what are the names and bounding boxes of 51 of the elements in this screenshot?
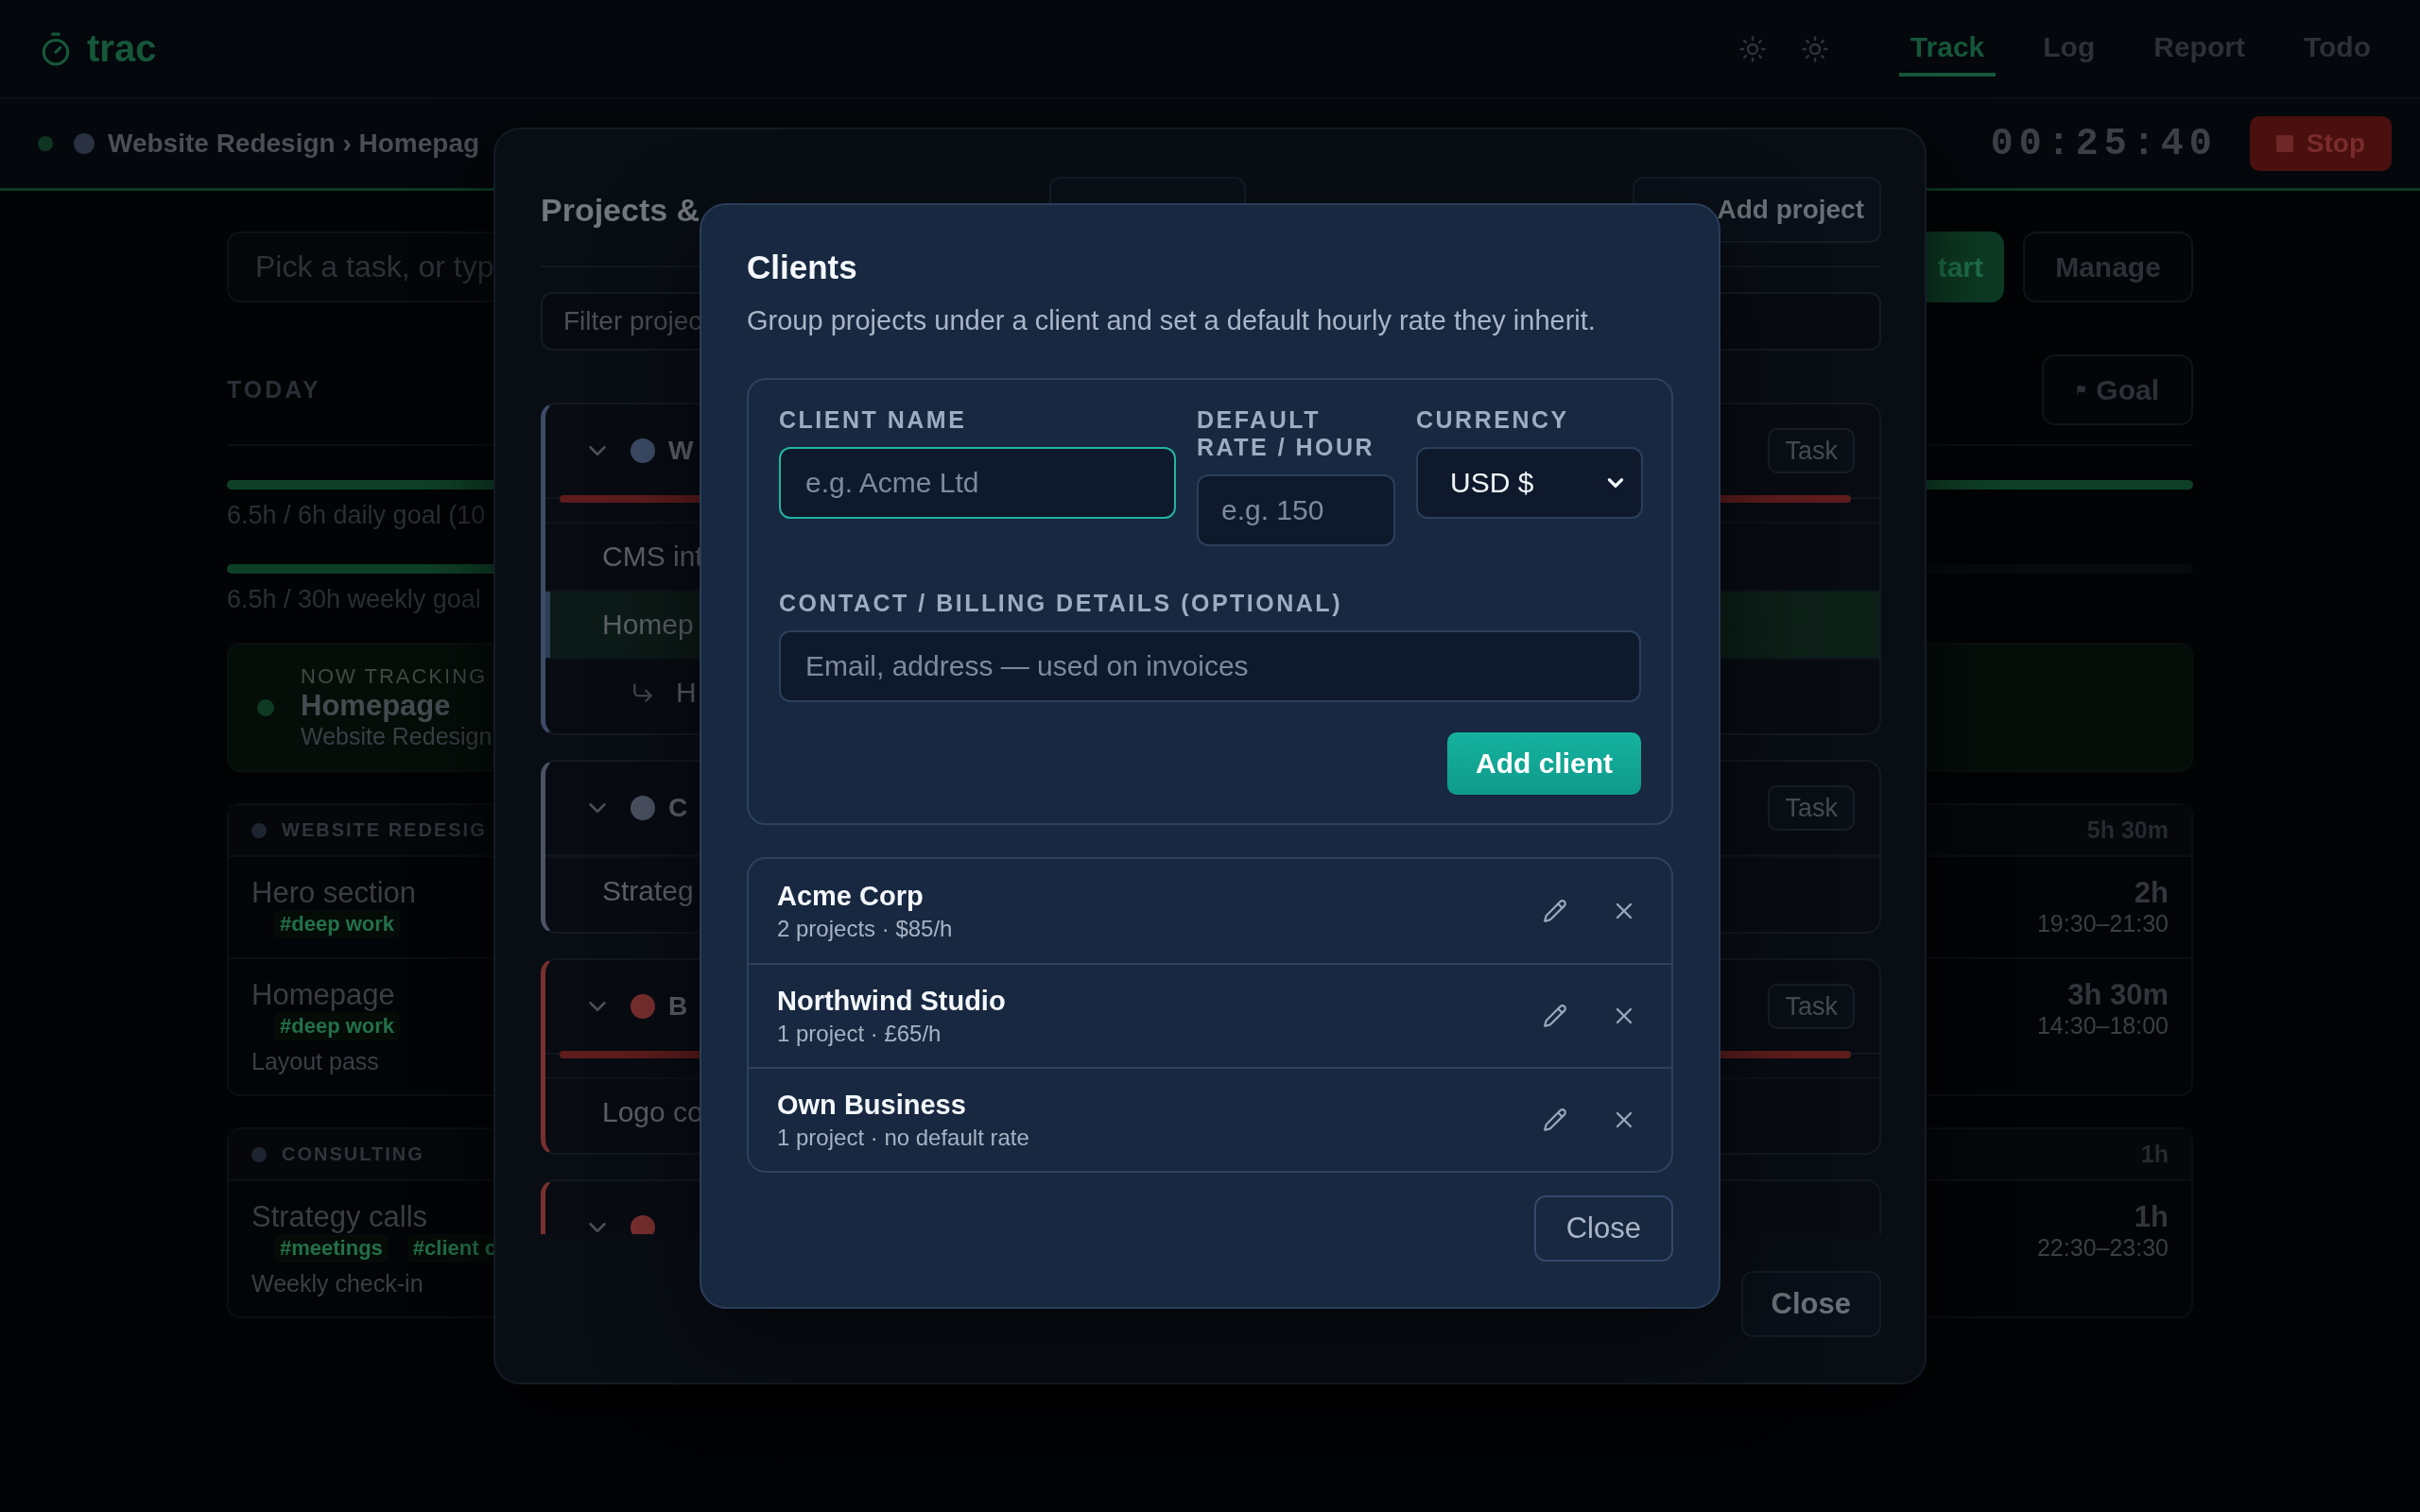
add-task-button[interactable]: Task [1768, 984, 1855, 1029]
project-dot [251, 1146, 267, 1162]
entry-time: 14:30–18:00 [2036, 1012, 2169, 1040]
entry-note: Layout pass [251, 1048, 380, 1075]
timer: 00:25:40 [1990, 122, 2218, 165]
client-details: 1 project · no default rate [777, 1124, 1029, 1151]
entry-time: 22:30–23:30 [2036, 1234, 2169, 1262]
field-label: CONTACT / BILLING DETAILS (OPTIONAL) [779, 590, 1343, 617]
client-name: Northwind Studio [777, 985, 1006, 1017]
client-details: 1 project · £65/h [777, 1020, 942, 1047]
client-name-field[interactable]: e.g. Acme Ltd [779, 447, 1176, 519]
project-name: W [668, 436, 694, 466]
app-logo: trac [87, 27, 157, 70]
status-dot [38, 136, 53, 151]
add-client-button[interactable]: Add client [1447, 732, 1641, 795]
currency-select[interactable]: USD $ [1416, 447, 1643, 519]
entry-time: 19:30–21:30 [2036, 910, 2169, 937]
entry-tag: #deep work [274, 1012, 401, 1040]
entry-task: Homepage [251, 978, 396, 1012]
project-dot [74, 133, 95, 154]
client-name: Own Business [777, 1089, 967, 1121]
client-name: Acme Corp [777, 880, 925, 912]
subtask-arrow-icon [631, 680, 655, 705]
dialog-description: Group projects under a client and set a default hourly rate they inherit. [747, 305, 1597, 336]
nav-tab[interactable]: Track [1898, 21, 1996, 77]
client-details: 2 projects · $85/h [777, 915, 953, 942]
entry-tag: #deep work [274, 910, 401, 938]
project-name: C [668, 793, 688, 823]
contact-field[interactable]: Email, address — used on invoices [779, 630, 1641, 702]
close-button[interactable]: Close [1740, 1271, 1881, 1337]
close-button[interactable]: Close [1533, 1195, 1673, 1262]
entry-task: Hero section [251, 876, 417, 910]
entry-task: Strategy calls [251, 1200, 429, 1234]
field-label: CURRENCY [1416, 406, 1570, 434]
rate-field[interactable]: e.g. 150 [1197, 474, 1395, 546]
project-name: B [668, 991, 688, 1022]
project-dot [251, 822, 267, 838]
field-label: CLIENT NAME [779, 406, 968, 434]
breadcrumb: Website Redesign › Homepag [108, 129, 480, 159]
now-tracking-label: NOW TRACKING [301, 664, 489, 689]
add-task-button[interactable]: Task [1768, 785, 1855, 831]
field-label: DEFAULT RATE / HOUR [1197, 406, 1376, 461]
subtask-name[interactable]: H [676, 677, 697, 709]
status-dot [257, 698, 274, 716]
project-name: Website Redesign [301, 723, 493, 750]
dialog-title: Projects & [541, 191, 700, 229]
entry-note: Weekly check-in [251, 1270, 424, 1297]
task-name: Homepage [301, 689, 452, 723]
dialog-title: Clients [747, 249, 858, 286]
add-task-button[interactable]: Task [1768, 428, 1855, 473]
entry-tag: #meetings [274, 1234, 389, 1263]
